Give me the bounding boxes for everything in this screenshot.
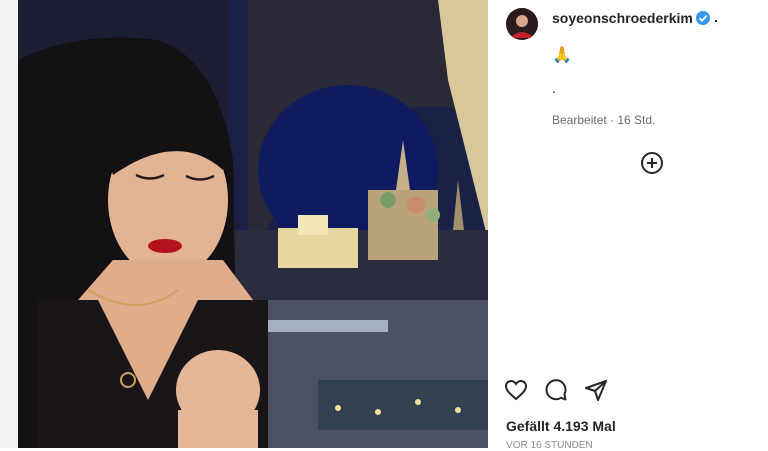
post-timestamp: VOR 16 STUNDEN (506, 440, 593, 451)
caption-emoji: 🙏 (552, 47, 572, 64)
verified-badge-icon (696, 11, 710, 25)
post-actions (504, 378, 644, 404)
post-sidebar: soyeonschroederkim . 🙏 . Bearbeitet · 16… (488, 0, 768, 451)
heart-icon[interactable] (504, 378, 528, 402)
add-circle-icon[interactable] (641, 152, 663, 174)
username[interactable]: soyeonschroederkim (552, 10, 693, 26)
comment-icon[interactable] (544, 378, 568, 402)
caption-text: . (552, 80, 556, 96)
header-separator: . (714, 9, 718, 25)
avatar[interactable] (506, 8, 538, 40)
photo-illustration (18, 0, 488, 448)
send-icon[interactable] (584, 378, 608, 402)
edited-timestamp: Bearbeitet · 16 Std. (552, 113, 656, 127)
post-photo[interactable] (18, 0, 488, 448)
likes-count[interactable]: Gefällt 4.193 Mal (506, 418, 616, 434)
background-strip (0, 0, 18, 448)
